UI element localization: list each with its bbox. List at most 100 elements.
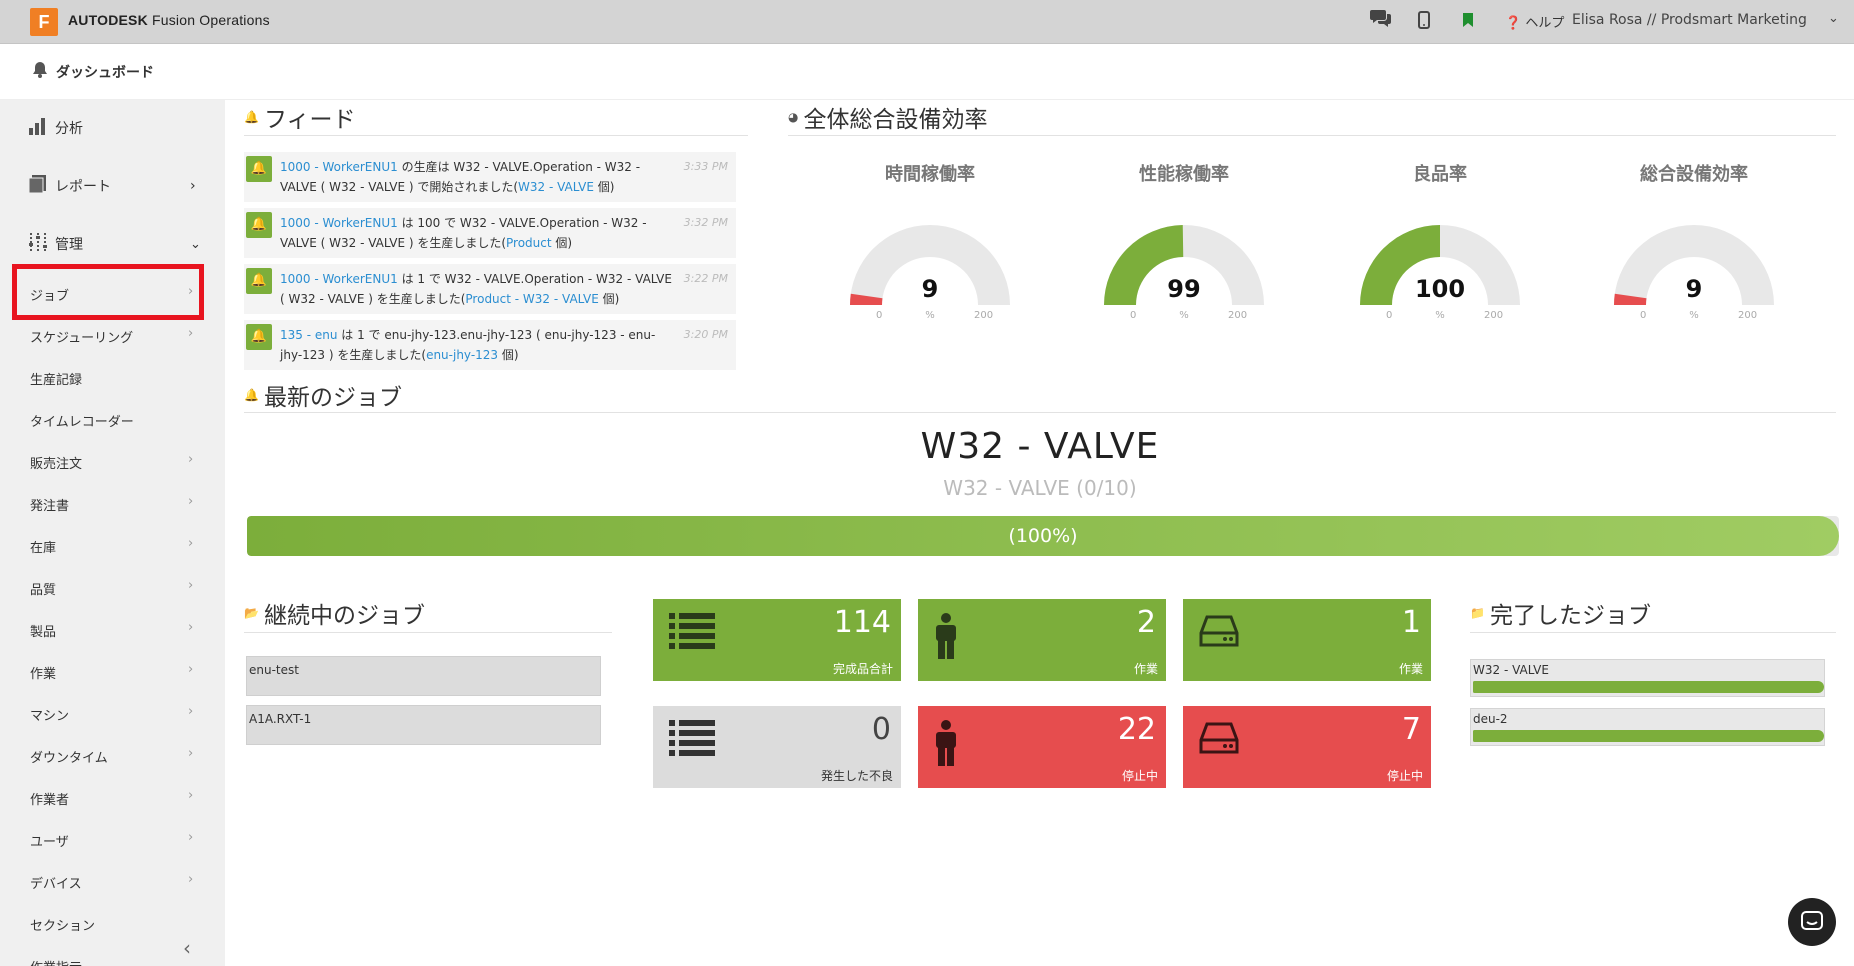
sidebar-item-downtime[interactable]: ダウンタイム › (0, 740, 225, 770)
divider (788, 135, 1836, 136)
feed-item: 🔔 135 - enu は 1 で enu-jhy-123.enu-jhy-12… (244, 320, 736, 370)
tile-machines-stopped[interactable]: 7 停止中 (1183, 706, 1431, 788)
job-progress-bar (1473, 681, 1824, 693)
divider (1470, 632, 1836, 633)
worker-link[interactable]: 1000 - WorkerENU1 (280, 216, 398, 230)
sidebar-item-admin[interactable]: 管理 ⌄ (0, 222, 225, 266)
sidebar-item-products[interactable]: 製品 › (0, 614, 225, 644)
chevron-right-icon: › (188, 830, 194, 845)
ongoing-job-item[interactable]: A1A.RXT-1 (246, 705, 601, 745)
sidebar-item-production-records[interactable]: 生産記録 (0, 362, 225, 392)
job-item-label: W32 - VALVE (1473, 663, 1549, 677)
sidebar-item-users[interactable]: ユーザ › (0, 824, 225, 854)
chevron-right-icon: › (188, 872, 194, 887)
ongoing-title-label: 継続中のジョブ (263, 603, 425, 629)
sidebar-item-sections[interactable]: セクション (0, 908, 225, 938)
sidebar-item-operations[interactable]: 作業 › (0, 656, 225, 686)
sidebar-item-devices[interactable]: デバイス › (0, 866, 225, 896)
sidebar-item-analytics[interactable]: 分析 (0, 106, 225, 150)
chevron-right-icon: › (188, 494, 194, 509)
chevron-down-icon: ⌄ (190, 236, 201, 252)
chevron-right-icon: › (188, 788, 194, 803)
sidebar-item-quality[interactable]: 品質 › (0, 572, 225, 602)
worker-icon (932, 613, 960, 663)
sidebar-item-label: タイムレコーダー (30, 415, 134, 430)
help-icon: ❓ (1505, 16, 1522, 31)
ongoing-jobs-title: 📂 継続中のジョブ (244, 596, 425, 630)
collapse-sidebar-icon[interactable]: ‹ (183, 936, 191, 960)
sidebar-item-reports[interactable]: レポート › (0, 164, 225, 208)
dashboard-icon: ◕ (788, 110, 799, 124)
brand-name[interactable]: AUTODESK Fusion Operations (68, 12, 270, 28)
machine-icon (1199, 613, 1239, 653)
top-bar: F AUTODESK Fusion Operations ❓ ヘルプ Elisa… (0, 0, 1854, 44)
gauge-value: 9 (1685, 275, 1703, 303)
sidebar: 分析 レポート › 管理 ⌄ ジョブ › スケジューリング › 生産記録 タイムレコ… (0, 100, 225, 966)
sidebar-item-machines[interactable]: マシン › (0, 698, 225, 728)
sidebar-item-label: マシン (30, 709, 70, 724)
chevron-right-icon: › (188, 704, 194, 719)
tile-operations-active[interactable]: 2 作業 (918, 599, 1166, 681)
gauge-quality: 良品率 100 0 % 200 (1330, 150, 1550, 330)
tile-total-produced[interactable]: 114 完成品合計 (653, 599, 901, 681)
worker-link[interactable]: 135 - enu (280, 328, 337, 342)
gauge-max: 200 (1484, 310, 1504, 321)
job-item-label: deu-2 (1473, 712, 1508, 726)
gauge-availability: 時間稼働率 9 0 % 200 (820, 150, 1040, 330)
product-link[interactable]: W32 - VALVE (518, 180, 594, 194)
fusion-logo[interactable]: F (30, 8, 58, 36)
chevron-right-icon: › (188, 578, 194, 593)
gauge-title: 総合設備効率 (1640, 164, 1748, 185)
bookmark-icon[interactable] (1462, 12, 1474, 32)
tile-workers-stopped[interactable]: 22 停止中 (918, 706, 1166, 788)
tile-value: 114 (833, 605, 891, 640)
sidebar-item-inventory[interactable]: 在庫 › (0, 530, 225, 560)
feed-title: 🔔 フィード (244, 100, 356, 134)
sidebar-item-time-recorder[interactable]: タイムレコーダー (0, 404, 225, 434)
sidebar-item-label: 分析 (55, 121, 83, 137)
chevron-right-icon: › (188, 620, 194, 635)
tile-label: 停止中 (1121, 769, 1158, 783)
tile-defects[interactable]: 0 発生した不良 (653, 706, 901, 788)
ongoing-job-item[interactable]: enu-test (246, 656, 601, 696)
sidebar-item-scheduling[interactable]: スケジューリング › (0, 320, 225, 350)
tile-label: 完成品合計 (832, 662, 893, 676)
feed-suffix: 個) (593, 180, 615, 194)
tile-machines-active[interactable]: 1 作業 (1183, 599, 1431, 681)
sidebar-item-workers[interactable]: 作業者 › (0, 782, 225, 812)
help-link[interactable]: ❓ ヘルプ (1505, 12, 1564, 31)
chat-support-button[interactable] (1788, 898, 1836, 946)
feed-item: 🔔 1000 - WorkerENU1 は 1 で W32 - VALVE.Op… (244, 264, 736, 314)
latest-job-name[interactable]: W32 - VALVE (244, 426, 1836, 467)
mobile-icon[interactable] (1418, 11, 1430, 33)
completed-jobs-title: 📁 完了したジョブ (1470, 596, 1651, 630)
completed-job-item[interactable]: deu-2 (1470, 708, 1825, 746)
sidebar-item-purchase-orders[interactable]: 発注書 › (0, 488, 225, 518)
user-menu[interactable]: Elisa Rosa // Prodsmart Marketing (1572, 12, 1807, 28)
chevron-down-icon[interactable]: ⌄ (1828, 11, 1839, 26)
completed-job-item[interactable]: W32 - VALVE (1470, 659, 1825, 697)
divider (244, 412, 1836, 413)
chevron-right-icon: › (188, 452, 194, 467)
sidebar-item-sales-orders[interactable]: 販売注文 › (0, 446, 225, 476)
feed-item: 🔔 1000 - WorkerENU1 は 100 で W32 - VALVE.… (244, 208, 736, 258)
worker-link[interactable]: 1000 - WorkerENU1 (280, 272, 398, 286)
job-item-label: A1A.RXT-1 (249, 712, 312, 726)
product-link[interactable]: Product - W32 - VALVE (465, 292, 598, 306)
list-icon (669, 613, 715, 655)
latest-job-title: 🔔 最新のジョブ (244, 378, 402, 412)
chat-icon[interactable] (1370, 8, 1392, 32)
feed-time: 3:32 PM (683, 216, 728, 229)
feed-list[interactable]: 🔔 1000 - WorkerENU1 の生産は W32 - VALVE.Ope… (244, 152, 736, 370)
product-link[interactable]: enu-jhy-123 (426, 348, 498, 362)
worker-link[interactable]: 1000 - WorkerENU1 (280, 160, 398, 174)
feed-time: 3:22 PM (683, 272, 728, 285)
list-icon (669, 720, 715, 762)
product-link[interactable]: Product (506, 236, 552, 250)
sidebar-item-work-orders[interactable]: 作業指示 (0, 950, 225, 966)
oee-title-label: 全体総合設備効率 (803, 107, 988, 133)
message-icon (1801, 911, 1823, 930)
sidebar-item-label: デバイス (30, 877, 82, 892)
gauge-unit: % (1179, 310, 1189, 321)
gauge-oee: 総合設備効率 9 0 % 200 (1584, 150, 1804, 330)
